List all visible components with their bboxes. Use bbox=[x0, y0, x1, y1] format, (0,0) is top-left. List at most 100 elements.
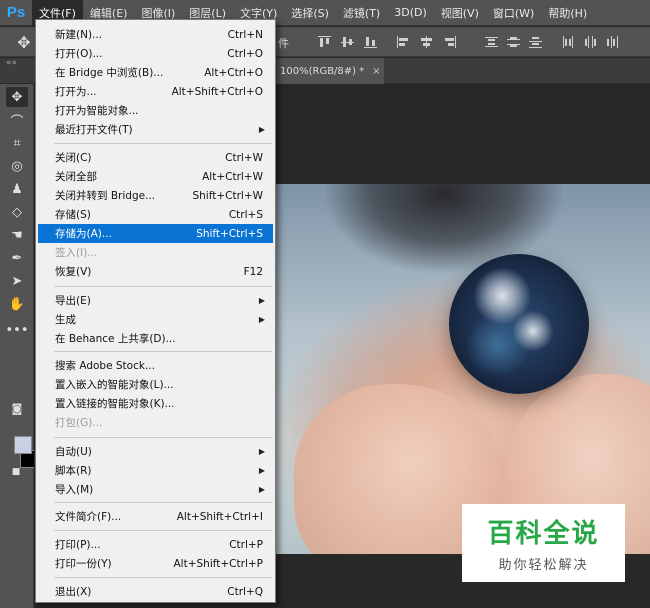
menu-item[interactable]: 恢复(V) F12 bbox=[38, 262, 273, 281]
watermark-title: 百科全说 bbox=[487, 519, 600, 549]
menu-item-label: 关闭(C) bbox=[55, 152, 92, 164]
more-tools-icon[interactable]: ••• bbox=[6, 320, 29, 340]
menu-item[interactable]: 置入链接的智能对象(K)... bbox=[38, 394, 273, 413]
distribute-hcenter-icon[interactable] bbox=[584, 36, 597, 48]
menu-item-label: 置入嵌入的智能对象(L)... bbox=[55, 379, 174, 391]
menu-help[interactable]: 帮助(H) bbox=[541, 0, 594, 26]
menu-item[interactable]: 新建(N)... Ctrl+N bbox=[38, 25, 273, 44]
menu-item[interactable]: 在 Bridge 中浏览(B)... Alt+Ctrl+O bbox=[38, 63, 273, 82]
move-tool-icon[interactable]: ✥ bbox=[6, 87, 28, 107]
menu-item[interactable]: 关闭全部 Alt+Ctrl+W bbox=[38, 167, 273, 186]
menu-item: 打包(G)... bbox=[38, 413, 273, 432]
document-tab-title: 100%(RGB/8#) * bbox=[280, 65, 365, 77]
frame-tool-icon[interactable]: ◎ bbox=[6, 156, 28, 176]
menu-item-label: 生成 bbox=[55, 314, 76, 326]
menu-item-label: 签入(I)... bbox=[55, 247, 98, 259]
menu-item[interactable]: 搜索 Adobe Stock... bbox=[38, 356, 273, 375]
stamp-tool-icon[interactable]: ♟ bbox=[6, 179, 28, 199]
menu-item[interactable]: 存储(S) Ctrl+S bbox=[38, 205, 273, 224]
menu-item-shortcut: Alt+Shift+Ctrl+I bbox=[176, 510, 263, 523]
menu-item[interactable]: 退出(X) Ctrl+Q bbox=[38, 582, 273, 601]
submenu-arrow-icon: ▶ bbox=[258, 466, 265, 475]
menu-item-label: 打印(P)... bbox=[55, 539, 101, 551]
align-left-icon[interactable] bbox=[397, 36, 410, 48]
path-select-tool-icon[interactable]: ➤ bbox=[6, 271, 28, 291]
menu-item[interactable]: 打印(P)... Ctrl+P bbox=[38, 535, 273, 554]
align-right-icon[interactable] bbox=[443, 36, 456, 48]
menu-item-shortcut: Ctrl+P bbox=[229, 538, 263, 551]
menu-item-label: 关闭全部 bbox=[55, 171, 97, 183]
pen-tool-icon[interactable]: ✒ bbox=[6, 248, 28, 268]
menu-item[interactable]: 导出(E) ▶ bbox=[38, 291, 273, 310]
menu-item-label: 在 Behance 上共享(D)... bbox=[55, 333, 176, 345]
menu-item-label: 导入(M) bbox=[55, 484, 94, 496]
menu-item[interactable]: 关闭(C) Ctrl+W bbox=[38, 148, 273, 167]
menu-item[interactable]: 打印一份(Y) Alt+Shift+Ctrl+P bbox=[38, 554, 273, 573]
document-tab[interactable]: 100%(RGB/8#) * × bbox=[276, 58, 384, 84]
distribute-top-icon[interactable] bbox=[485, 36, 498, 48]
menu-separator bbox=[54, 530, 272, 531]
menu-item[interactable]: 最近打开文件(T) ▶ bbox=[38, 120, 273, 139]
distribute-right-icon[interactable] bbox=[606, 36, 619, 48]
menu-item-label: 新建(N)... bbox=[55, 29, 103, 41]
menu-window[interactable]: 窗口(W) bbox=[486, 0, 541, 26]
menu-item-label: 打印一份(Y) bbox=[55, 558, 112, 570]
options-label: 件 bbox=[278, 37, 289, 50]
menu-item-label: 置入链接的智能对象(K)... bbox=[55, 398, 175, 410]
menu-separator bbox=[54, 286, 272, 287]
menu-item-shortcut: Alt+Shift+Ctrl+P bbox=[173, 557, 264, 570]
menu-item[interactable]: 置入嵌入的智能对象(L)... bbox=[38, 375, 273, 394]
move-tool-icon[interactable]: ✥ bbox=[14, 32, 34, 52]
menu-item[interactable]: 自动(U) ▶ bbox=[38, 442, 273, 461]
menu-item[interactable]: 在 Behance 上共享(D)... bbox=[38, 329, 273, 348]
menu-item-shortcut: Ctrl+Q bbox=[227, 585, 263, 598]
submenu-arrow-icon: ▶ bbox=[258, 447, 265, 456]
menu-item[interactable]: 打开(O)... Ctrl+O bbox=[38, 44, 273, 63]
photoshop-logo: Ps bbox=[6, 4, 26, 21]
menu-item-label: 打开为... bbox=[55, 86, 97, 98]
menu-item[interactable]: 打开为... Alt+Shift+Ctrl+O bbox=[38, 82, 273, 101]
menu-3d[interactable]: 3D(D) bbox=[387, 0, 434, 26]
menu-select[interactable]: 选择(S) bbox=[284, 0, 336, 26]
menu-item-label: 导出(E) bbox=[55, 295, 91, 307]
menu-item[interactable]: 脚本(R) ▶ bbox=[38, 461, 273, 480]
menu-item[interactable]: 关闭并转到 Bridge... Shift+Ctrl+W bbox=[38, 186, 273, 205]
foreground-color-swatch[interactable] bbox=[14, 436, 32, 454]
menu-item-label: 打开(O)... bbox=[55, 48, 103, 60]
distribute-vcenter-icon[interactable] bbox=[507, 36, 520, 48]
menu-item-label: 最近打开文件(T) bbox=[55, 124, 133, 136]
eraser-tool-icon[interactable]: ◇ bbox=[6, 202, 28, 222]
document-image bbox=[274, 184, 650, 554]
menu-item[interactable]: 导入(M) ▶ bbox=[38, 480, 273, 499]
distribute-bottom-icon[interactable] bbox=[529, 36, 542, 48]
menu-separator bbox=[54, 351, 272, 352]
menu-item[interactable]: 生成 ▶ bbox=[38, 310, 273, 329]
panel-collapse-icon[interactable]: «« bbox=[6, 58, 17, 68]
menu-item-shortcut: Alt+Shift+Ctrl+O bbox=[171, 85, 263, 98]
menu-item-label: 脚本(R) bbox=[55, 465, 92, 477]
menu-item[interactable]: 存储为(A)... Shift+Ctrl+S bbox=[38, 224, 273, 243]
distribute-left-icon[interactable] bbox=[562, 36, 575, 48]
quick-mask-icon[interactable]: ◙ bbox=[6, 398, 28, 418]
menu-item-label: 存储(S) bbox=[55, 209, 91, 221]
align-hcenter-icon[interactable] bbox=[420, 36, 433, 48]
submenu-arrow-icon: ▶ bbox=[258, 485, 265, 494]
align-bottom-icon[interactable] bbox=[364, 36, 377, 48]
align-top-icon[interactable] bbox=[318, 36, 331, 48]
menu-item-label: 在 Bridge 中浏览(B)... bbox=[55, 67, 164, 79]
default-colors-icon[interactable]: ■ bbox=[10, 466, 22, 478]
crop-tool-icon[interactable]: ⌗ bbox=[6, 133, 28, 153]
menu-item[interactable]: 文件简介(F)... Alt+Shift+Ctrl+I bbox=[38, 507, 273, 526]
submenu-arrow-icon: ▶ bbox=[258, 125, 265, 134]
hand-tool-icon[interactable]: ✋ bbox=[6, 294, 28, 314]
menu-item-label: 文件简介(F)... bbox=[55, 511, 122, 523]
menu-item[interactable]: 打开为智能对象... bbox=[38, 101, 273, 120]
menu-view[interactable]: 视图(V) bbox=[434, 0, 486, 26]
lasso-tool-icon[interactable]: ⌒ bbox=[6, 110, 28, 130]
close-tab-icon[interactable]: × bbox=[372, 66, 380, 77]
smudge-tool-icon[interactable]: ☚ bbox=[6, 225, 28, 245]
menu-filter[interactable]: 滤镜(T) bbox=[336, 0, 387, 26]
menu-item-shortcut: Ctrl+N bbox=[227, 28, 263, 41]
align-vcenter-icon[interactable] bbox=[341, 36, 354, 48]
menu-item-shortcut: Shift+Ctrl+W bbox=[192, 189, 263, 202]
